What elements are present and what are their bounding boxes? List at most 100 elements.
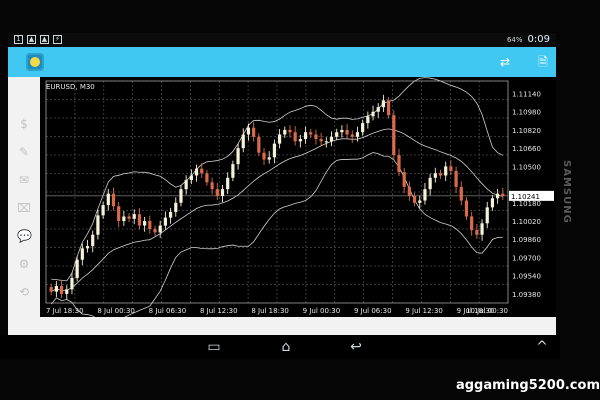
candle-body[interactable] bbox=[179, 189, 183, 203]
candle-body[interactable] bbox=[345, 129, 349, 135]
candle-body[interactable] bbox=[70, 277, 74, 290]
candle-body[interactable] bbox=[376, 107, 380, 112]
candle-body[interactable] bbox=[59, 285, 64, 294]
candle-body[interactable] bbox=[485, 207, 489, 224]
candle-body[interactable] bbox=[189, 175, 193, 181]
app-logo[interactable] bbox=[26, 53, 44, 71]
candle-body[interactable] bbox=[361, 123, 365, 133]
symbols-button[interactable]: ⇄ bbox=[496, 53, 514, 71]
candle-body[interactable] bbox=[168, 211, 173, 218]
candle-body[interactable] bbox=[137, 214, 142, 226]
candle-body[interactable] bbox=[433, 173, 437, 178]
candle-body[interactable] bbox=[381, 100, 386, 108]
candle-body[interactable] bbox=[355, 132, 360, 137]
candle-body[interactable] bbox=[329, 136, 334, 142]
document-button[interactable]: 🗎 bbox=[534, 53, 552, 71]
chat-icon[interactable]: 💬 bbox=[17, 229, 32, 243]
candle-body[interactable] bbox=[267, 157, 271, 160]
price-chart[interactable]: 1.11140 1.10980 1.10820 1.10660 1.10500 1.101… bbox=[40, 77, 556, 317]
candle-body[interactable] bbox=[319, 139, 323, 142]
candle-body[interactable] bbox=[231, 164, 235, 178]
candle-body[interactable] bbox=[163, 217, 167, 226]
candle-body[interactable] bbox=[80, 248, 84, 260]
candle-body[interactable] bbox=[350, 134, 354, 137]
candle-body[interactable] bbox=[106, 193, 110, 206]
candle-body[interactable] bbox=[54, 285, 58, 292]
candle-body[interactable] bbox=[303, 132, 308, 140]
candle-body[interactable] bbox=[501, 193, 505, 196]
candle-body[interactable] bbox=[236, 148, 240, 165]
candle-body[interactable] bbox=[402, 172, 406, 187]
candle-body[interactable] bbox=[480, 223, 484, 235]
candle-body[interactable] bbox=[449, 166, 453, 171]
candle-body[interactable] bbox=[490, 198, 495, 208]
candle-body[interactable] bbox=[438, 173, 443, 176]
candle-body[interactable] bbox=[470, 216, 474, 231]
settings-icon[interactable]: ⚙ bbox=[17, 257, 31, 271]
candle-body[interactable] bbox=[117, 206, 121, 222]
candle-body[interactable] bbox=[226, 177, 230, 190]
candle-body[interactable] bbox=[496, 193, 500, 199]
crosshair-icon[interactable]: ✎ bbox=[17, 145, 31, 159]
candle-body[interactable] bbox=[298, 139, 302, 142]
candle-body[interactable] bbox=[464, 200, 469, 217]
candle-body[interactable] bbox=[153, 229, 157, 233]
candle-body[interactable] bbox=[412, 195, 417, 203]
home-icon[interactable]: ⌂ bbox=[274, 339, 298, 355]
candle-body[interactable] bbox=[257, 136, 261, 153]
candle-body[interactable] bbox=[252, 127, 256, 137]
candle-body[interactable] bbox=[200, 168, 204, 174]
quotes-icon[interactable]: $ bbox=[17, 117, 31, 131]
mail-icon[interactable]: ✉ bbox=[17, 173, 31, 187]
candle-body[interactable] bbox=[158, 225, 162, 233]
candle-body[interactable] bbox=[262, 152, 266, 160]
candle-body[interactable] bbox=[205, 173, 209, 183]
trade-icon[interactable]: ⟲ bbox=[17, 285, 31, 299]
candle-body[interactable] bbox=[418, 200, 422, 203]
candle-body[interactable] bbox=[459, 186, 463, 201]
chevron-up-icon[interactable]: ^ bbox=[530, 339, 554, 355]
candle-body[interactable] bbox=[314, 134, 318, 140]
candle-body[interactable] bbox=[220, 189, 225, 196]
candle-body[interactable] bbox=[184, 180, 188, 190]
candle-body[interactable] bbox=[174, 202, 178, 212]
candle-body[interactable] bbox=[277, 134, 282, 144]
candle-body[interactable] bbox=[143, 221, 147, 226]
candle-body[interactable] bbox=[324, 141, 328, 143]
candle-body[interactable] bbox=[283, 129, 287, 135]
candle-body[interactable] bbox=[340, 129, 344, 133]
back-icon[interactable]: ↩ bbox=[344, 339, 368, 355]
candle-body[interactable] bbox=[65, 289, 69, 294]
candle-body[interactable] bbox=[132, 214, 136, 219]
candle-body[interactable] bbox=[423, 189, 427, 201]
candle-body[interactable] bbox=[194, 168, 199, 176]
candle-body[interactable] bbox=[246, 127, 251, 135]
candle-body[interactable] bbox=[397, 155, 401, 173]
candle-body[interactable] bbox=[293, 132, 297, 142]
candle-body[interactable] bbox=[371, 111, 375, 117]
candle-body[interactable] bbox=[210, 182, 214, 190]
candle-body[interactable] bbox=[85, 246, 90, 249]
candle-body[interactable] bbox=[127, 216, 131, 219]
candle-body[interactable] bbox=[91, 234, 95, 247]
candle-body[interactable] bbox=[215, 189, 219, 196]
candle-body[interactable] bbox=[111, 193, 116, 207]
candle-body[interactable] bbox=[241, 134, 245, 149]
candle-body[interactable] bbox=[454, 170, 458, 187]
candle-body[interactable] bbox=[392, 115, 396, 155]
candle-body[interactable] bbox=[288, 129, 292, 133]
recent-apps-icon[interactable]: ▭ bbox=[202, 339, 226, 355]
candle-body[interactable] bbox=[407, 186, 411, 196]
candle-body[interactable] bbox=[444, 166, 448, 176]
candle-body[interactable] bbox=[366, 116, 370, 124]
candle-body[interactable] bbox=[428, 177, 432, 190]
chart-area[interactable]: 1.11140 1.10980 1.10820 1.10660 1.10500 1.101… bbox=[40, 77, 556, 317]
candle-body[interactable] bbox=[387, 100, 391, 116]
candle-body[interactable] bbox=[272, 143, 277, 158]
candle-body[interactable] bbox=[96, 215, 100, 235]
candle-body[interactable] bbox=[148, 221, 152, 229]
candle-body[interactable] bbox=[101, 205, 105, 216]
candle-body[interactable] bbox=[122, 216, 126, 222]
candle-body[interactable] bbox=[75, 259, 79, 278]
news-icon[interactable]: ⌧ bbox=[17, 201, 31, 215]
